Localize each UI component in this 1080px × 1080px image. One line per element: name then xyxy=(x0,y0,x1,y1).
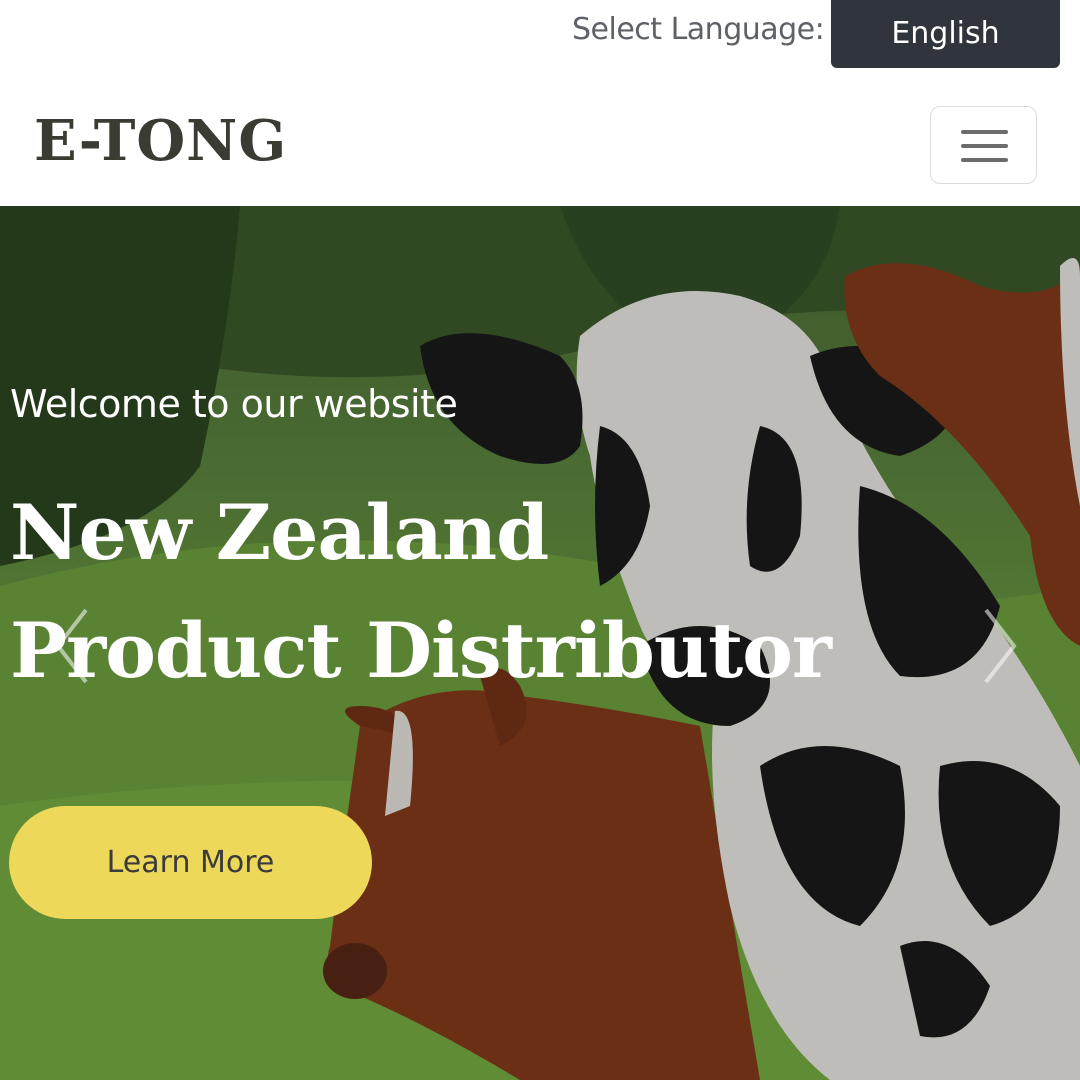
carousel-prev-button[interactable] xyxy=(52,606,92,686)
hero-headline-line2: Product Distributor xyxy=(10,606,832,695)
language-bar: Select Language: English xyxy=(0,0,1080,76)
navbar: E-TONG xyxy=(0,76,1080,206)
hero-headline-line1: New Zealand xyxy=(10,488,549,577)
hero-welcome-text: Welcome to our website xyxy=(10,382,458,426)
chevron-right-icon xyxy=(984,608,1017,684)
hero-carousel: Welcome to our website New Zealand Produ… xyxy=(0,206,1080,1080)
site-logo[interactable]: E-TONG xyxy=(34,108,287,174)
learn-more-button[interactable]: Learn More xyxy=(9,806,372,919)
language-select-button[interactable]: English xyxy=(831,0,1060,68)
chevron-left-icon xyxy=(55,608,88,684)
language-label: Select Language: xyxy=(572,12,825,47)
carousel-next-button[interactable] xyxy=(980,606,1020,686)
hero-headline: New Zealand Product Distributor xyxy=(10,474,1080,710)
menu-toggle-button[interactable] xyxy=(930,106,1037,184)
